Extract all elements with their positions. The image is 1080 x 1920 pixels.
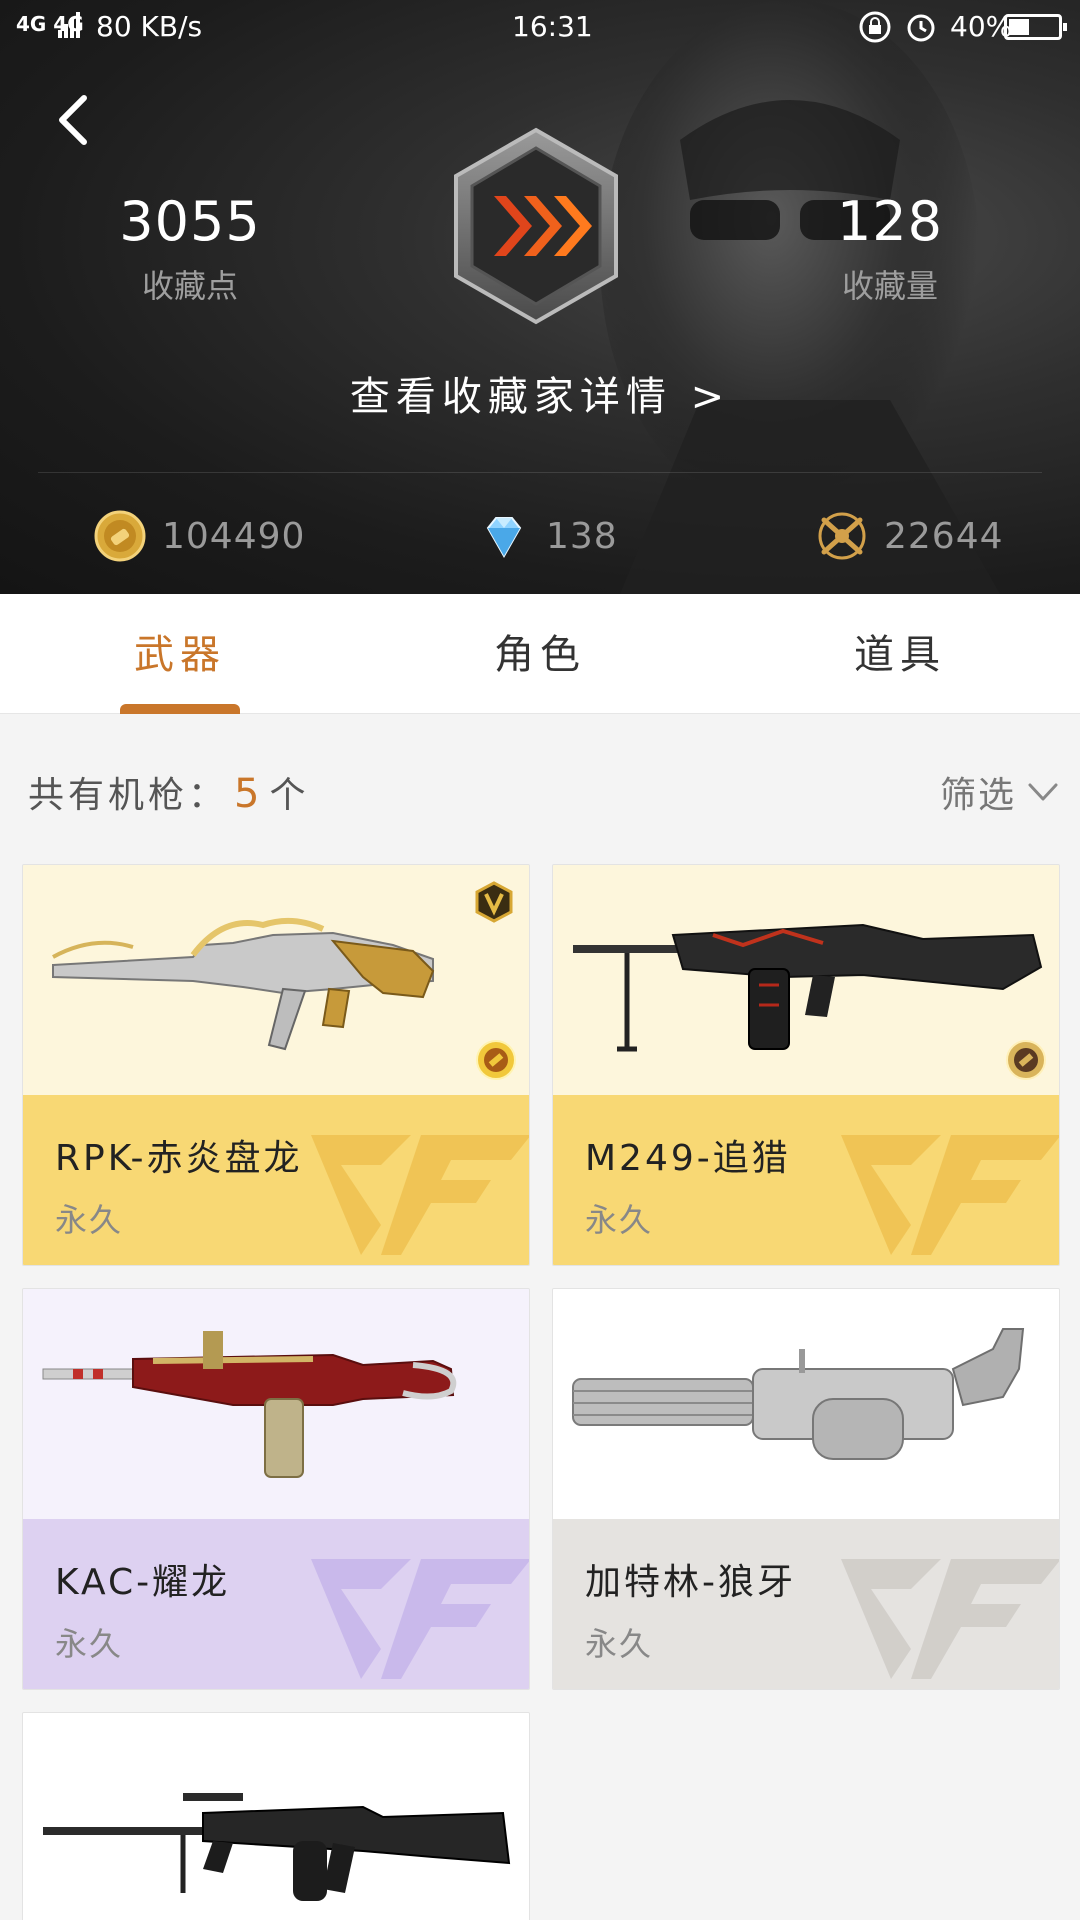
collection-count-value: 128 — [836, 190, 944, 253]
network-speed: 80 KB/s — [96, 10, 203, 43]
kac-machine-gun-image — [42, 1331, 457, 1478]
battery-percent: 40% — [950, 10, 1013, 43]
weapon-duration: 永久 — [55, 1625, 124, 1663]
cf-logo-watermark-icon — [841, 1559, 1059, 1679]
collection-points-stat: 3055 收藏点 — [100, 190, 280, 307]
count-suffix: 个 — [269, 775, 310, 816]
weapon-name: 加特林-狼牙 — [585, 1562, 796, 1603]
weapon-duration: 永久 — [585, 1201, 654, 1239]
collector-rank-badge-icon[interactable] — [448, 126, 624, 326]
weapon-image-area — [23, 865, 529, 1095]
coin-badge-icon — [476, 1040, 516, 1080]
filter-label: 筛选 — [940, 775, 1017, 816]
view-collector-details-link[interactable]: 查看收藏家详情 > — [0, 364, 1080, 422]
alarm-icon — [907, 14, 935, 42]
weapon-card-kac[interactable]: KAC-耀龙 永久 — [22, 1288, 530, 1690]
count-prefix: 共有机枪： — [28, 775, 229, 816]
weapon-count-label: 共有机枪： 5 个 — [28, 766, 309, 818]
battery-icon — [1004, 14, 1067, 40]
weapon-name: M249-追猎 — [585, 1138, 791, 1179]
weapon-name: RPK-赤炎盘龙 — [55, 1138, 303, 1179]
category-tabs: 武器 角色 道具 — [0, 594, 1080, 714]
weapon-info: 加特林-狼牙 永久 — [553, 1519, 1059, 1689]
ticket-currency: 22644 — [816, 508, 1004, 564]
active-tab-indicator — [120, 704, 240, 714]
cf-logo-watermark-icon — [311, 1135, 529, 1255]
collection-count-stat: 128 收藏量 — [800, 190, 980, 307]
diamond-value: 138 — [546, 515, 618, 557]
coin-badge-icon — [1006, 1040, 1046, 1080]
weapon-image-area — [23, 1713, 529, 1920]
tab-weapons[interactable]: 武器 — [60, 622, 300, 680]
gatling-gun-image — [572, 1328, 1025, 1460]
rotation-lock-icon — [859, 11, 891, 43]
rpk-rifle-image — [52, 917, 435, 1051]
weapon-name: KAC-耀龙 — [55, 1562, 231, 1603]
weapon-info: RPK-赤炎盘龙 永久 — [23, 1095, 529, 1265]
header-divider — [38, 472, 1042, 473]
tab-items[interactable]: 道具 — [780, 622, 1020, 680]
cf-logo-watermark-icon — [841, 1135, 1059, 1255]
weapon-image-area — [553, 865, 1059, 1095]
weapon-card-m249[interactable]: M249-追猎 永久 — [552, 864, 1060, 1266]
m249-machine-gun-image — [573, 923, 1043, 1052]
filter-row: 共有机枪： 5 个 筛选 — [0, 714, 1080, 864]
diamond-currency: 138 — [478, 508, 618, 564]
gold-coin-icon — [94, 510, 146, 562]
light-machine-gun-image — [43, 1793, 511, 1901]
tab-characters[interactable]: 角色 — [420, 622, 660, 680]
ticket-value: 22644 — [884, 515, 1004, 557]
crossed-guns-icon — [818, 512, 866, 560]
gold-value: 104490 — [162, 515, 306, 557]
weapon-card-gatling[interactable]: 加特林-狼牙 永久 — [552, 1288, 1060, 1690]
collector-header: 4G 4G 80 KB/s 16:31 40% 3055 收藏点 128 收藏量… — [0, 0, 1080, 594]
weapon-duration: 永久 — [55, 1201, 124, 1239]
weapon-card-5[interactable] — [22, 1712, 530, 1920]
weapon-image-area — [23, 1289, 529, 1519]
collection-points-value: 3055 — [119, 190, 261, 253]
weapon-card-rpk[interactable]: RPK-赤炎盘龙 永久 — [22, 864, 530, 1266]
back-arrow-icon[interactable] — [46, 92, 102, 148]
collection-count-label: 收藏量 — [841, 267, 938, 305]
chevron-down-icon — [1028, 783, 1058, 801]
weapon-info: KAC-耀龙 永久 — [23, 1519, 529, 1689]
v-badge-icon — [475, 881, 513, 923]
gold-currency: 104490 — [94, 508, 305, 564]
signal-bars-icon — [58, 12, 80, 38]
cf-logo-watermark-icon — [311, 1559, 529, 1679]
clock: 16:31 — [512, 10, 593, 43]
status-bar: 4G 4G 80 KB/s 16:31 40% — [0, 0, 1080, 52]
weapon-image-area — [553, 1289, 1059, 1519]
count-number: 5 — [234, 771, 264, 817]
filter-button[interactable]: 筛选 — [940, 766, 1060, 818]
weapon-duration: 永久 — [585, 1625, 654, 1663]
diamond-icon — [486, 517, 522, 559]
weapon-info: M249-追猎 永久 — [553, 1095, 1059, 1265]
collection-points-label: 收藏点 — [141, 267, 238, 305]
